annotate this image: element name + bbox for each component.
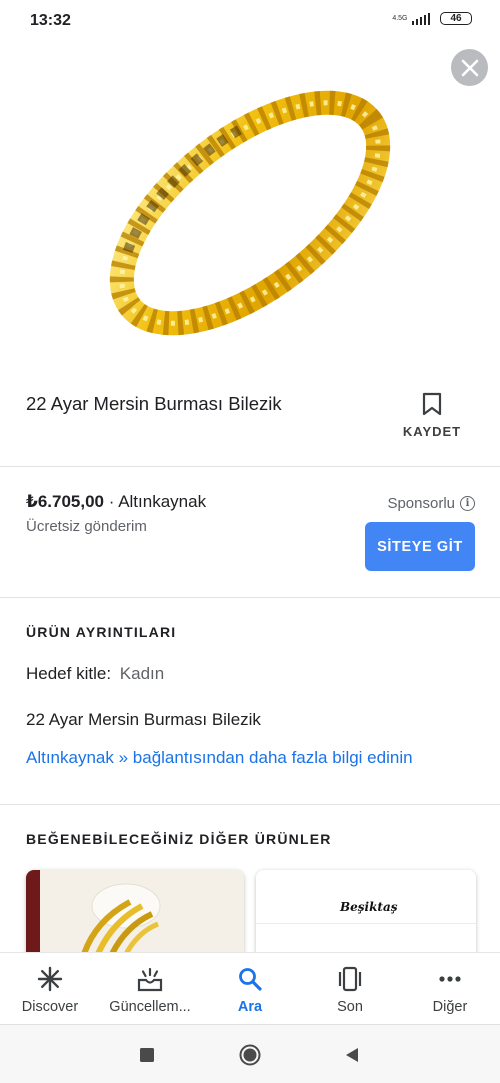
nav-label: Discover bbox=[21, 999, 79, 1015]
audience-value: Kadın bbox=[119, 664, 165, 683]
detail-product-name: 22 Ayar Mersin Burması Bilezik bbox=[26, 710, 261, 729]
price-line: ₺6.705,00 · Altınkaynak bbox=[26, 492, 206, 512]
nav-more[interactable]: Diğer bbox=[400, 953, 500, 1024]
home-button[interactable] bbox=[239, 1044, 261, 1066]
bottom-navigation: Discover Güncellem... Ara Son Diğer bbox=[0, 952, 500, 1024]
status-time: 13:32 bbox=[30, 12, 71, 29]
back-triangle-icon bbox=[346, 1048, 358, 1062]
sponsored-text: Sponsorlu bbox=[387, 495, 455, 512]
close-button[interactable] bbox=[451, 49, 488, 86]
similar-product-card[interactable]: Beşiktaş bbox=[256, 870, 476, 954]
product-image[interactable] bbox=[100, 48, 400, 378]
product-detail-page: 13:32 4.5G 46 22 Ayar Mersin Burması Bil… bbox=[0, 0, 500, 1083]
nav-discover[interactable]: Discover bbox=[0, 953, 100, 1024]
product-thumbnail bbox=[26, 870, 244, 954]
signal-icon bbox=[411, 12, 430, 25]
price: ₺6.705,00 bbox=[26, 492, 105, 511]
close-icon bbox=[461, 59, 478, 76]
price-separator: · bbox=[104, 492, 119, 511]
divider bbox=[0, 804, 500, 805]
save-button[interactable]: KAYDET bbox=[398, 392, 466, 448]
status-bar: 13:32 4.5G 46 bbox=[0, 0, 500, 44]
updates-icon bbox=[136, 965, 164, 993]
info-icon[interactable]: i bbox=[460, 496, 475, 511]
audience-row: Hedef kitle: Kadın bbox=[26, 664, 164, 684]
bookmark-icon bbox=[422, 392, 442, 416]
similar-products-heading: BEĞENEBİLECEĞİNİZ DİĞER ÜRÜNLER bbox=[26, 831, 332, 847]
nav-label: Ara bbox=[237, 999, 263, 1015]
similar-product-card[interactable] bbox=[26, 870, 244, 954]
nav-recent[interactable]: Son bbox=[300, 953, 400, 1024]
more-info-link[interactable]: Altınkaynak » bağlantısından daha fazla … bbox=[26, 748, 413, 768]
brand-logo: Beşiktaş bbox=[340, 900, 398, 914]
nav-label: Güncellem... bbox=[109, 999, 191, 1015]
status-indicators: 4.5G 46 bbox=[392, 12, 472, 25]
back-button[interactable] bbox=[341, 1044, 363, 1066]
gold-bracelet-image bbox=[109, 90, 391, 336]
save-label: KAYDET bbox=[402, 424, 462, 439]
product-title: 22 Ayar Mersin Burması Bilezik bbox=[26, 393, 282, 414]
sponsored-label[interactable]: Sponsorlu i bbox=[387, 495, 475, 512]
details-heading: ÜRÜN AYRINTILARI bbox=[26, 624, 177, 640]
nav-search[interactable]: Ara bbox=[200, 953, 300, 1024]
audience-label: Hedef kitle: bbox=[26, 664, 112, 683]
shipping-info: Ücretsiz gönderim bbox=[26, 518, 147, 535]
home-circle-icon bbox=[239, 1044, 261, 1066]
asterisk-icon bbox=[36, 965, 64, 993]
system-navigation-bar bbox=[0, 1024, 500, 1083]
seller-name: Altınkaynak bbox=[118, 492, 207, 511]
nav-label: Diğer bbox=[432, 999, 468, 1015]
square-icon bbox=[140, 1048, 154, 1062]
recent-tabs-icon bbox=[336, 965, 364, 993]
nav-label: Son bbox=[337, 999, 363, 1015]
more-dots-icon bbox=[436, 965, 464, 993]
divider bbox=[0, 466, 500, 467]
nav-updates[interactable]: Güncellem... bbox=[100, 953, 200, 1024]
divider bbox=[0, 597, 500, 598]
visit-site-button[interactable]: SİTEYE GİT bbox=[365, 522, 475, 571]
recent-apps-button[interactable] bbox=[136, 1044, 158, 1066]
battery-icon: 46 bbox=[440, 12, 472, 25]
search-icon bbox=[236, 965, 264, 993]
product-thumbnail bbox=[256, 870, 476, 924]
network-type: 4.5G bbox=[392, 15, 408, 22]
battery-level: 46 bbox=[450, 13, 462, 24]
